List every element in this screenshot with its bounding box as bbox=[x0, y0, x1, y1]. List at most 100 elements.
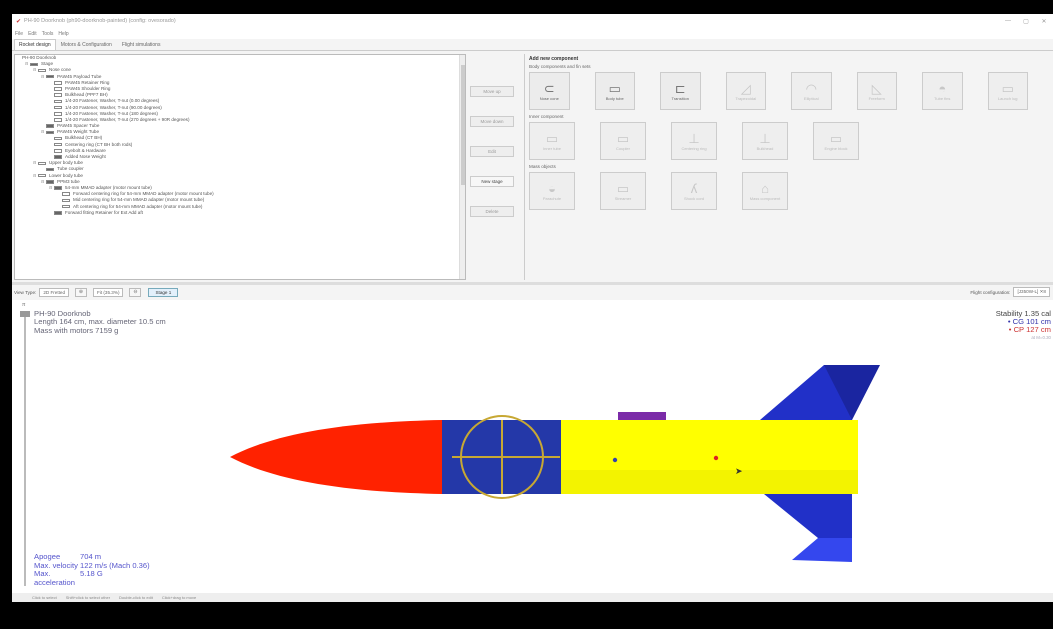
component-label: Inner tube bbox=[542, 146, 561, 151]
maximize-button[interactable]: ▢ bbox=[1017, 18, 1035, 25]
cp-value: • CP 127 cm bbox=[996, 326, 1051, 334]
tube-component-icon bbox=[46, 74, 54, 79]
menu-help[interactable]: Help bbox=[58, 31, 68, 37]
status-bar: Click to select Shift+click to select oth… bbox=[12, 593, 1053, 602]
component-label: Shock cord bbox=[683, 196, 704, 201]
view-type-label: View Type: bbox=[14, 289, 37, 295]
component-label: Coupler bbox=[615, 146, 630, 151]
body-tube-add-button[interactable]: ▭ Body tube bbox=[594, 72, 635, 110]
app-icon: ✔ bbox=[16, 18, 22, 25]
tree-node[interactable]: Forward fitting Retainer for Ext Add aft bbox=[15, 210, 465, 216]
component-label: Launch lug bbox=[997, 96, 1018, 101]
tube-component-icon bbox=[46, 167, 54, 172]
cg-marker bbox=[612, 457, 618, 463]
new-stage-button[interactable]: New stage bbox=[470, 176, 514, 187]
mass-component-icon bbox=[54, 149, 62, 153]
rocket-figure-canvas[interactable]: π ➤ PH-90 Doorknob Length 164 cm, max. d… bbox=[12, 300, 1053, 593]
design-pane: PH-90 Doorknob ⊟ Stage ⊟ Nose cone ⊟ PAW45 Pay… bbox=[12, 52, 1053, 282]
bulkhead-icon: ⊥ bbox=[759, 131, 771, 146]
delete-button[interactable]: Delete bbox=[470, 206, 514, 217]
status-hint: Double-click to edit bbox=[119, 595, 153, 600]
rocket-info-block: PH-90 Doorknob Length 164 cm, max. diame… bbox=[34, 309, 166, 335]
view-type-select[interactable]: 2D Fretted bbox=[39, 287, 70, 297]
coupler-add-button[interactable]: ▭ Coupler bbox=[600, 122, 646, 160]
flight-stat-value: 5.18 G bbox=[80, 569, 103, 579]
component-label: Mass component bbox=[749, 196, 781, 201]
menu-edit[interactable]: Edit bbox=[28, 31, 37, 37]
streamer-add-button[interactable]: ▭ Streamer bbox=[600, 172, 646, 210]
tube-fins-add-button[interactable]: ◓ Tube fins bbox=[922, 72, 963, 110]
flight-summary: Apogee 704 m Max. velocity 122 m/s (Mach 0.… bbox=[34, 552, 150, 587]
add-component-title: Add new component bbox=[529, 56, 579, 62]
status-hint: Click to select bbox=[32, 595, 57, 600]
ring-component-icon bbox=[54, 81, 62, 85]
section-label: Inner component bbox=[529, 114, 564, 119]
engine-block-add-button[interactable]: ▭ Engine block bbox=[813, 122, 859, 160]
tree-scrollbar[interactable] bbox=[459, 55, 465, 279]
inner-tube-add-button[interactable]: ▭ Inner tube bbox=[529, 122, 575, 160]
freeform-add-button[interactable]: ◺ Freeform bbox=[856, 72, 897, 110]
nose-cone-icon: ⊂ bbox=[543, 81, 555, 96]
minimize-button[interactable]: — bbox=[999, 18, 1017, 24]
component-tree[interactable]: PH-90 Doorknob ⊟ Stage ⊟ Nose cone ⊟ PAW45 Pay… bbox=[14, 54, 466, 280]
coupler-icon: ▭ bbox=[616, 131, 630, 146]
move-down-button[interactable]: Move down bbox=[470, 116, 514, 127]
ring-component-icon bbox=[54, 142, 62, 147]
tree-scroll-thumb[interactable] bbox=[461, 65, 465, 185]
add-component-panel: Add new component Body components and fi… bbox=[524, 54, 1053, 280]
trapezoidal-add-button[interactable]: ◿ Trapezoidal bbox=[725, 72, 766, 110]
component-label: Trapezoidal bbox=[735, 96, 757, 101]
component-label: Elliptical bbox=[803, 96, 819, 101]
trapezoidal-icon: ◿ bbox=[740, 81, 751, 96]
tube-fins-icon: ◓ bbox=[938, 81, 947, 96]
ring-component-icon bbox=[54, 87, 62, 91]
component-label: Parachute bbox=[542, 196, 562, 201]
tube-component-icon bbox=[46, 180, 54, 184]
stability-block: Stability 1.35 cal • CG 101 cm • CP 127 … bbox=[996, 310, 1051, 342]
ring-component-icon bbox=[54, 136, 62, 141]
flight-config-select[interactable]: [J350W-L] ✕8 bbox=[1013, 287, 1050, 297]
shock-cord-add-button[interactable]: ʎ Shock cord bbox=[671, 172, 717, 210]
main-tabs: Rocket design Motors & Configuration Fli… bbox=[12, 39, 1053, 51]
mass-component-icon bbox=[54, 99, 62, 104]
component-label: Freeform bbox=[868, 96, 885, 101]
component-label: Bulkhead bbox=[756, 146, 774, 151]
move-up-button[interactable]: Move up bbox=[470, 86, 514, 97]
close-button[interactable]: ✕ bbox=[1035, 18, 1053, 25]
nose-component-icon bbox=[38, 68, 46, 73]
rocket-mass: Mass with motors 7159 g bbox=[34, 325, 119, 335]
menu-file[interactable]: File bbox=[15, 31, 23, 37]
status-hint: Shift+click to select other bbox=[65, 595, 111, 600]
ring-component-icon bbox=[62, 204, 70, 209]
tube-component-icon bbox=[46, 124, 54, 128]
menu-tools[interactable]: Tools bbox=[42, 31, 54, 37]
zoom-select[interactable]: Fit (35.3%) bbox=[93, 287, 124, 297]
launch-lug-add-button[interactable]: ▭ Launch lug bbox=[987, 72, 1028, 110]
edit-button[interactable]: Edit bbox=[470, 146, 514, 157]
component-label: Transition bbox=[671, 96, 689, 101]
bulkhead-add-button[interactable]: ⊥ Bulkhead bbox=[742, 122, 788, 160]
launch-lug bbox=[618, 412, 666, 420]
nose-cone-add-button[interactable]: ⊂ Nose cone bbox=[529, 72, 570, 110]
component-button-row: ▭ Inner tube ▭ Coupler ⊥ Centering ring ⊥ Bulkh… bbox=[529, 122, 1053, 160]
centering-ring-add-button[interactable]: ⊥ Centering ring bbox=[671, 122, 717, 160]
rocket-drawing[interactable]: ➤ bbox=[12, 300, 1053, 593]
zoom-in-icon[interactable]: ⊕ bbox=[75, 287, 88, 297]
transition-icon: ⊏ bbox=[674, 81, 686, 96]
title-bar: ✔ PH-90 Doorknob (ph90-doorknob-painted)… bbox=[12, 14, 1053, 28]
mass-component-add-button[interactable]: ⌂ Mass component bbox=[742, 172, 788, 210]
mass-component-icon bbox=[54, 105, 62, 110]
tab-rocket-design[interactable]: Rocket design bbox=[14, 39, 56, 50]
tab-flight-simulations[interactable]: Flight simulations bbox=[117, 39, 166, 50]
elliptical-add-button[interactable]: ◠ Elliptical bbox=[791, 72, 832, 110]
zoom-out-icon[interactable]: ⊖ bbox=[129, 287, 142, 297]
parachute-add-button[interactable]: ◒ Parachute bbox=[529, 172, 575, 210]
component-label: Streamer bbox=[614, 196, 632, 201]
mass-component-icon: ⌂ bbox=[761, 181, 769, 196]
mass-component-icon bbox=[54, 118, 62, 122]
stage-toggle-button[interactable]: Stage 1 bbox=[148, 287, 179, 297]
transition-add-button[interactable]: ⊏ Transition bbox=[660, 72, 701, 110]
tab-motors-configuration[interactable]: Motors & Configuration bbox=[56, 39, 117, 50]
elliptical-icon: ◠ bbox=[805, 81, 817, 96]
component-label: Centering ring bbox=[681, 146, 707, 151]
